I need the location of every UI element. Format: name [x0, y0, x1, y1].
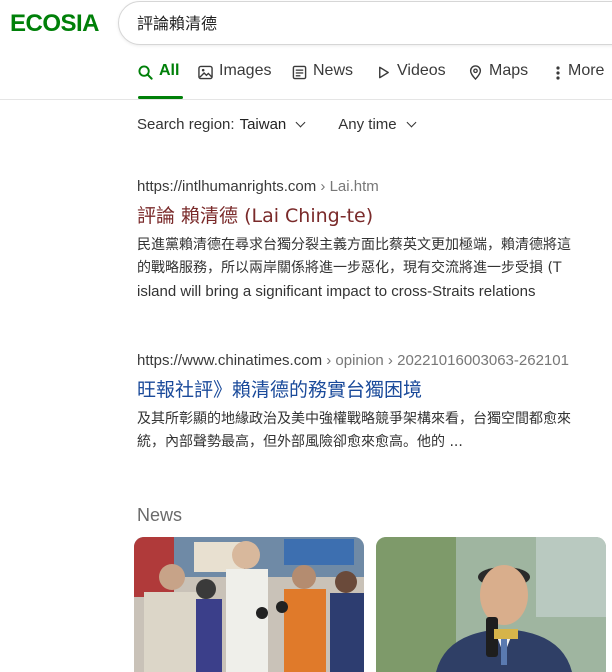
result-domain: https://intlhumanrights.com: [137, 178, 317, 195]
news-card[interactable]: [376, 537, 606, 672]
tab-maps[interactable]: Maps: [468, 62, 528, 99]
snippet-line: island will bring a significant impact t…: [137, 283, 536, 300]
tab-label: Videos: [397, 62, 446, 79]
result-path: › Lai.htm: [316, 178, 379, 195]
time-filter-value: Any time: [338, 116, 397, 133]
politician-portrait-photo: [376, 537, 606, 672]
tab-label: More: [568, 62, 605, 79]
tab-label: News: [313, 62, 354, 79]
tab-images[interactable]: Images: [198, 62, 271, 99]
tab-label: All: [159, 62, 180, 79]
search-tabs: All Images News Videos Maps More: [0, 62, 612, 100]
snippet-line: 民進黨賴清德在尋求台獨分裂主義方面比蔡英文更加極端，賴清德將這: [137, 237, 571, 253]
tab-label: Maps: [489, 62, 529, 79]
region-filter[interactable]: Search region: Taiwan: [137, 116, 308, 133]
chevron-down-icon: [295, 117, 306, 128]
press-conference-photo: [134, 537, 364, 672]
time-filter[interactable]: Any time: [338, 116, 418, 133]
play-icon: [379, 66, 389, 79]
region-filter-label: Search region:: [137, 116, 235, 133]
result-domain: https://www.chinatimes.com: [137, 352, 323, 369]
news-card[interactable]: [134, 537, 364, 672]
result-path: › opinion › 20221016003063-262101: [322, 352, 569, 369]
region-filter-value: Taiwan: [239, 116, 287, 133]
result-url[interactable]: https://www.chinatimes.com › opinion › 2…: [137, 352, 612, 369]
news-icon: [292, 65, 307, 80]
search-result: https://intlhumanrights.com › Lai.htm 評論…: [137, 178, 612, 303]
search-bar[interactable]: [118, 1, 612, 45]
tab-videos[interactable]: Videos: [376, 62, 446, 99]
news-section-heading: News: [137, 505, 183, 525]
tab-news[interactable]: News: [292, 62, 353, 99]
result-title-link[interactable]: 評論 賴清德 (Lai Ching-te): [137, 201, 612, 228]
result-snippet: 及其所彰顯的地緣政治及美中強權戰略競爭架構來看，台獨空間都愈來 統，內部聲勢最高…: [137, 408, 612, 454]
snippet-line: 的戰略服務，所以兩岸關係將進一步惡化，現有交流將進一步受損 (T: [137, 260, 562, 276]
result-url[interactable]: https://intlhumanrights.com › Lai.htm: [137, 178, 612, 195]
snippet-line: 統，內部聲勢最高，但外部風險卻愈來愈高。他的 ...: [137, 434, 463, 450]
chevron-down-icon: [406, 117, 417, 128]
tab-all[interactable]: All: [138, 62, 183, 99]
search-filters: Search region: Taiwan Any time: [137, 116, 419, 133]
search-icon: [138, 65, 153, 80]
search-input[interactable]: [137, 12, 607, 31]
more-vertical-icon: [556, 66, 560, 80]
tab-more[interactable]: More: [554, 62, 604, 99]
tab-label: Images: [219, 62, 272, 79]
search-result: https://www.chinatimes.com › opinion › 2…: [137, 352, 612, 454]
ecosia-logo[interactable]: ECOSIA: [10, 10, 100, 38]
map-pin-icon: [469, 65, 482, 80]
result-title-link[interactable]: 旺報社評》賴清德的務實台獨困境: [137, 375, 612, 402]
snippet-line: 及其所彰顯的地緣政治及美中強權戰略競爭架構來看，台獨空間都愈來: [137, 411, 571, 427]
image-icon: [198, 65, 213, 80]
result-snippet: 民進黨賴清德在尋求台獨分裂主義方面比蔡英文更加極端，賴清德將這 的戰略服務，所以…: [137, 234, 612, 303]
